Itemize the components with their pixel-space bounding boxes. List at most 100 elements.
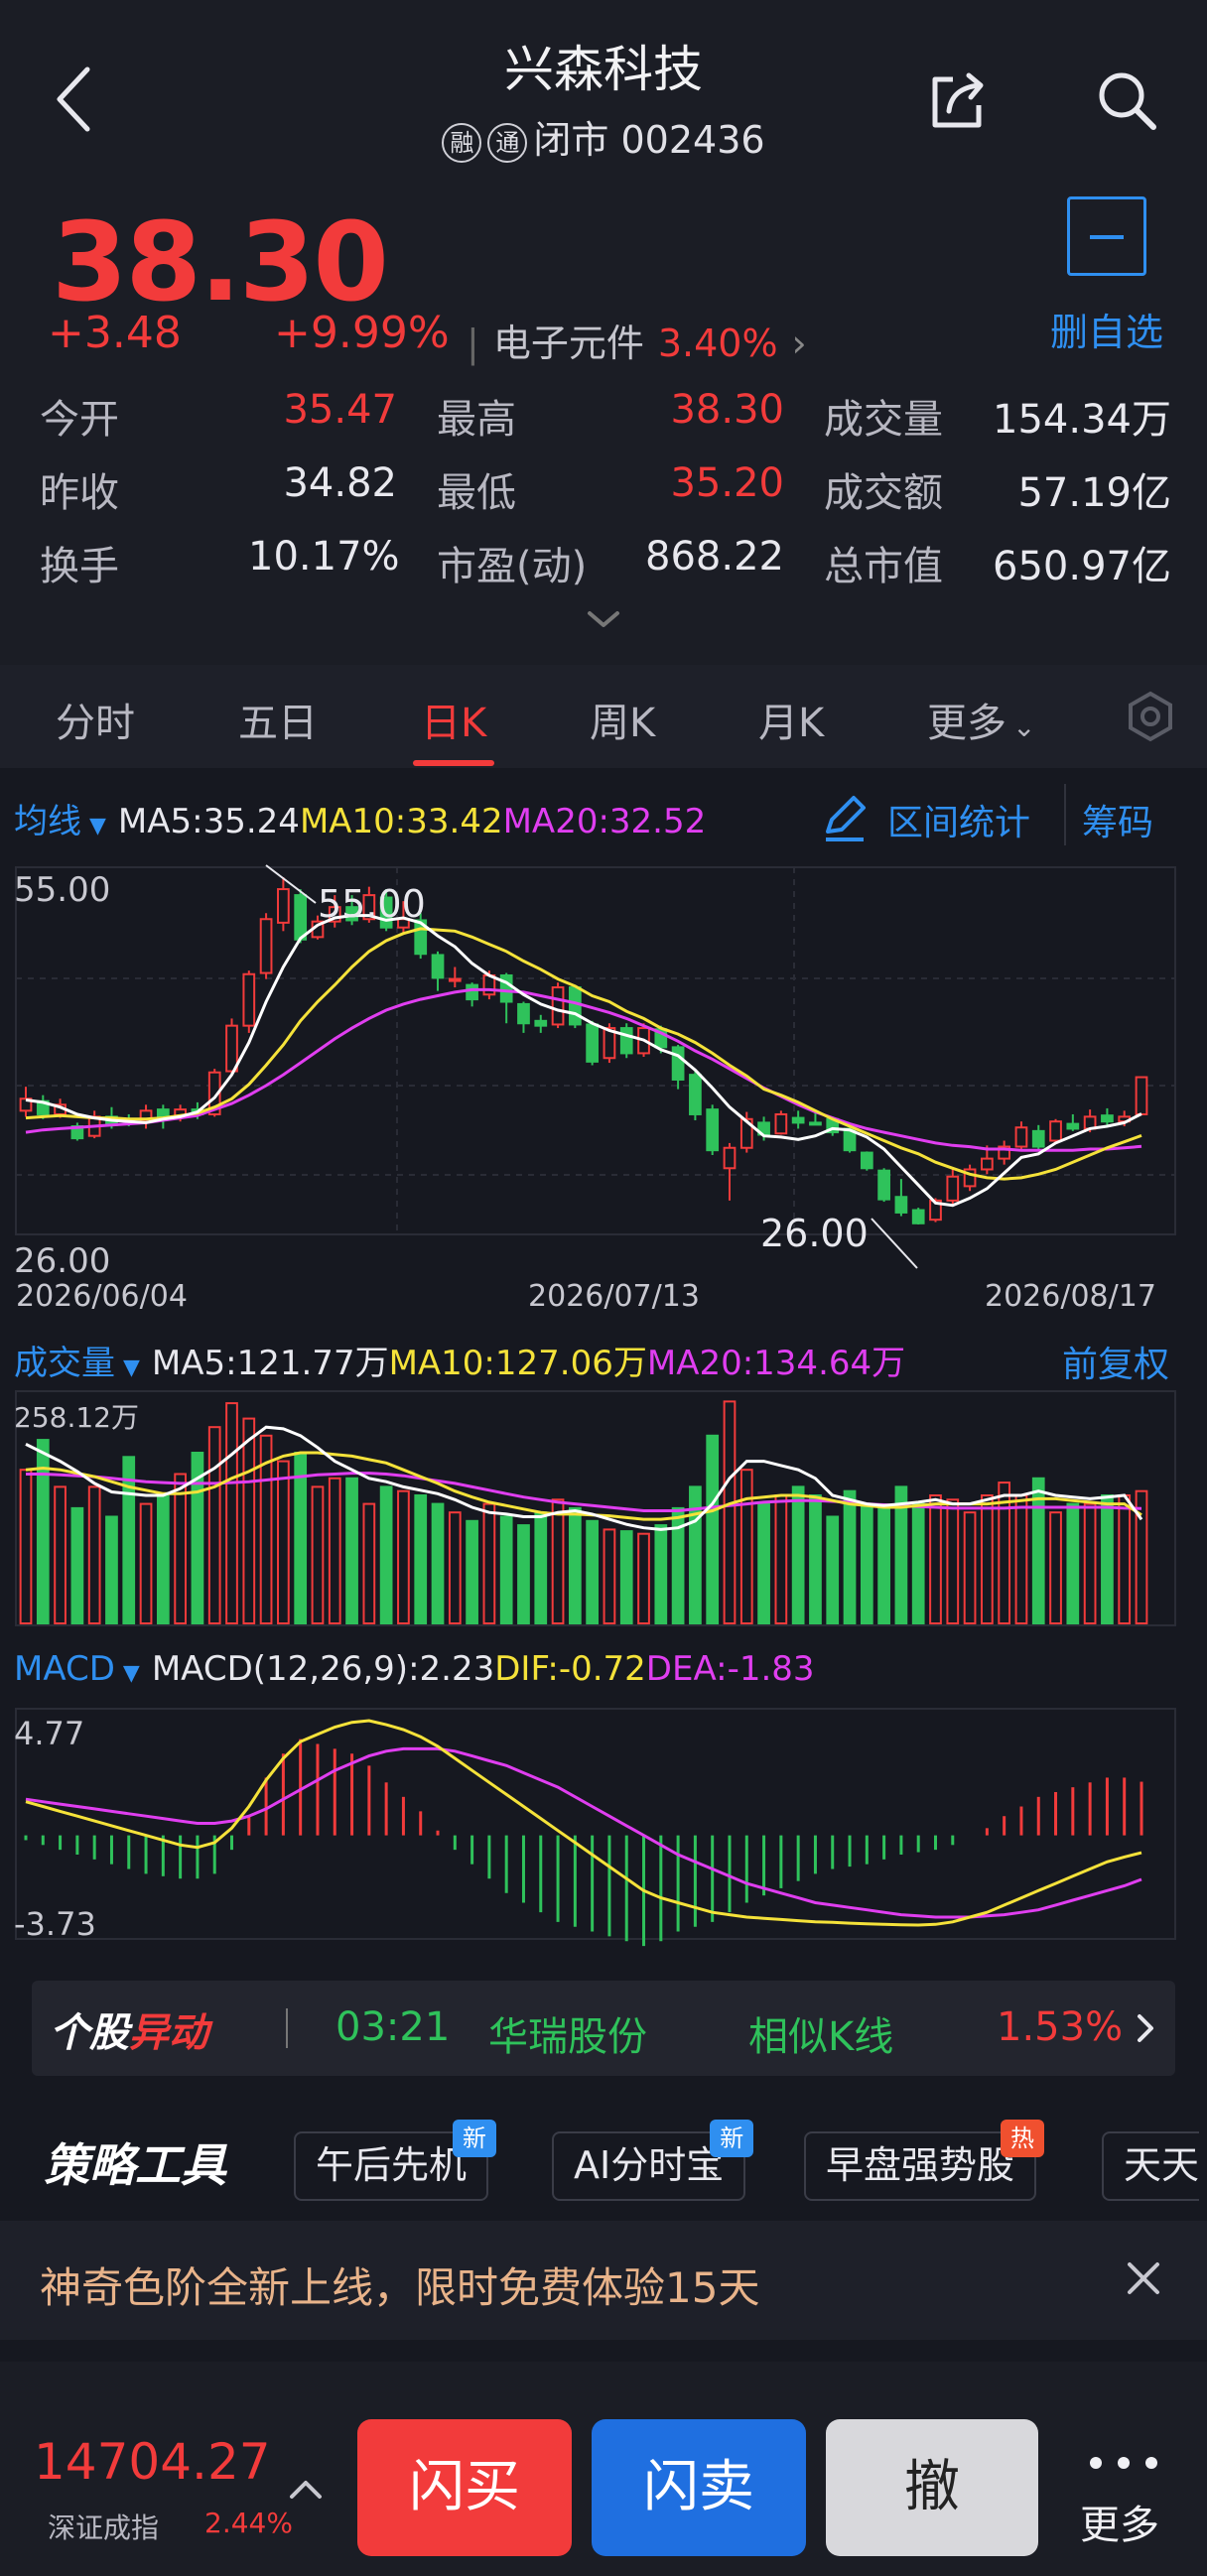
volume-bar (379, 1485, 393, 1624)
volume-bar (637, 1532, 650, 1625)
candle-body (723, 1146, 737, 1170)
volume-bar (843, 1489, 857, 1625)
cancel-order-button[interactable]: 撤 (826, 2419, 1038, 2556)
connect-tag-icon: 通 (487, 122, 528, 163)
strategy-tools: 策略工具 午后先机 新 AI分时宝 新 早盘强势股 热 天天 (0, 2094, 1207, 2213)
volume-bar (739, 1469, 753, 1625)
flash-buy-button[interactable]: 闪买 (357, 2419, 572, 2556)
volume-bar (1014, 1493, 1028, 1624)
volume-value: 154.34万 (993, 397, 1171, 443)
tab-more[interactable]: 更多 ⌄ (927, 691, 1035, 748)
low-mark-label: 26.00 (760, 1212, 869, 1255)
high-value: 38.30 (670, 387, 784, 433)
ma20-line (25, 987, 1142, 1152)
kline-chart[interactable]: 55.00 26.00 2026/06/04 2026/07/13 2026/0… (0, 768, 1207, 1949)
chart-area: 均线 ▼ MA5:35.24MA10:33.42MA20:32.52 区间统计 筹码… (0, 768, 1207, 1949)
macd-lines (25, 1719, 1142, 1927)
tab-more-label: 更多 (927, 701, 1006, 746)
remove-favorite-label[interactable]: 删自选 (1050, 302, 1163, 356)
chip-daily[interactable]: 天天 (1102, 2131, 1200, 2201)
search-icon[interactable] (1092, 65, 1161, 135)
last-price: 38.30 (52, 198, 389, 325)
volume-bar (328, 1477, 341, 1624)
candle-body (1101, 1114, 1114, 1123)
prev-close-value: 34.82 (283, 460, 397, 506)
volume-bar (1049, 1511, 1062, 1624)
chevron-down-icon[interactable] (584, 605, 623, 633)
hot-badge: 热 (1001, 2120, 1045, 2157)
candle-body (894, 1196, 908, 1214)
ma10-line (25, 927, 1142, 1181)
promo-bar[interactable]: 神奇色阶全新上线，限时免费体验15天 (0, 2221, 1207, 2340)
chip-ai-intraday[interactable]: AI分时宝 新 (552, 2120, 754, 2201)
volume-bar (174, 1473, 187, 1624)
volume-bar (706, 1434, 720, 1625)
anomaly-logo-b: 异动 (129, 2010, 208, 2056)
candle-body (1135, 1076, 1148, 1115)
candle-body (1049, 1120, 1062, 1142)
chip-label: AI分时宝 (574, 2143, 725, 2187)
new-badge: 新 (710, 2120, 754, 2157)
chevron-down-icon: ⌄ (1012, 710, 1036, 743)
tab-daily-k[interactable]: 日K (421, 691, 486, 748)
price-ma-lines (25, 914, 1142, 1208)
dea-line (25, 1746, 1142, 1919)
candle-body (586, 1023, 600, 1063)
volume-bar (54, 1485, 67, 1624)
candle-body (860, 1151, 873, 1170)
index-pct: 2.44% (204, 2507, 293, 2539)
candle-body (294, 894, 308, 941)
open-value: 35.47 (283, 387, 397, 433)
more-button[interactable]: 更多 (1080, 2493, 1159, 2550)
tab-five-day[interactable]: 五日 (238, 691, 318, 748)
header: 兴森科技 融通闭市 002436 (0, 0, 1207, 169)
high-label: 最高 (437, 397, 516, 443)
sector-pct: 3.40% (657, 322, 778, 365)
volume-bar (551, 1498, 565, 1625)
chart-period-tabs: 分时 五日 日K 周K 月K 更多 ⌄ (0, 665, 1207, 768)
x-label-mid: 2026/07/13 (528, 1279, 700, 1314)
tab-intraday[interactable]: 分时 (56, 691, 135, 748)
volume-bar (791, 1485, 805, 1624)
chevron-up-icon[interactable] (288, 2477, 324, 2501)
sector-link[interactable]: | 电子元件 3.40% › (467, 313, 807, 367)
tab-monthly-k[interactable]: 月K (758, 691, 824, 748)
volume-bar (139, 1502, 153, 1624)
volume-bar (963, 1511, 977, 1624)
x-label-start: 2026/06/04 (16, 1279, 188, 1314)
volume-bar (311, 1485, 325, 1624)
chip-morning-strong[interactable]: 早盘强势股 热 (804, 2120, 1045, 2201)
more-dots-icon[interactable] (1084, 2455, 1163, 2471)
sector-name: 电子元件 (492, 322, 644, 365)
candle-body (671, 1046, 685, 1081)
volume-bar (1083, 1502, 1097, 1624)
volume-bar (105, 1515, 118, 1625)
candle-body (568, 986, 582, 1026)
macd-axis-max: 4.77 (14, 1715, 84, 1752)
flash-sell-button[interactable]: 闪卖 (592, 2419, 806, 2556)
close-icon[interactable] (1124, 2258, 1163, 2298)
volume-bar (70, 1506, 84, 1625)
turnover-value: 10.17% (248, 534, 400, 580)
candle-body (946, 1175, 960, 1202)
price-change: +3.48 (48, 308, 182, 358)
candle-body (1014, 1126, 1028, 1148)
candle-body (774, 1112, 788, 1135)
index-value[interactable]: 14704.27 (34, 2433, 271, 2491)
volume-bar (1101, 1493, 1114, 1624)
anomaly-stock: 华瑞股份 (488, 2014, 647, 2060)
volume-bar (603, 1528, 616, 1624)
market-cap-label: 总市值 (824, 544, 943, 589)
chip-afternoon[interactable]: 午后先机 新 (294, 2120, 497, 2201)
volume-bar (619, 1530, 633, 1625)
index-name: 深证成指 (48, 2512, 160, 2544)
share-icon[interactable] (923, 65, 993, 135)
tab-weekly-k[interactable]: 周K (590, 691, 655, 748)
remove-favorite-button[interactable] (1067, 196, 1146, 276)
price-axis-min: 26.00 (14, 1241, 110, 1281)
stock-anomaly-banner[interactable]: 个股异动 03:21 华瑞股份 相似K线 1.53% (32, 1981, 1175, 2076)
settings-icon[interactable] (1125, 691, 1176, 742)
volume-bar (757, 1502, 770, 1624)
new-badge: 新 (453, 2120, 497, 2157)
volume-label: 成交量 (824, 397, 943, 443)
